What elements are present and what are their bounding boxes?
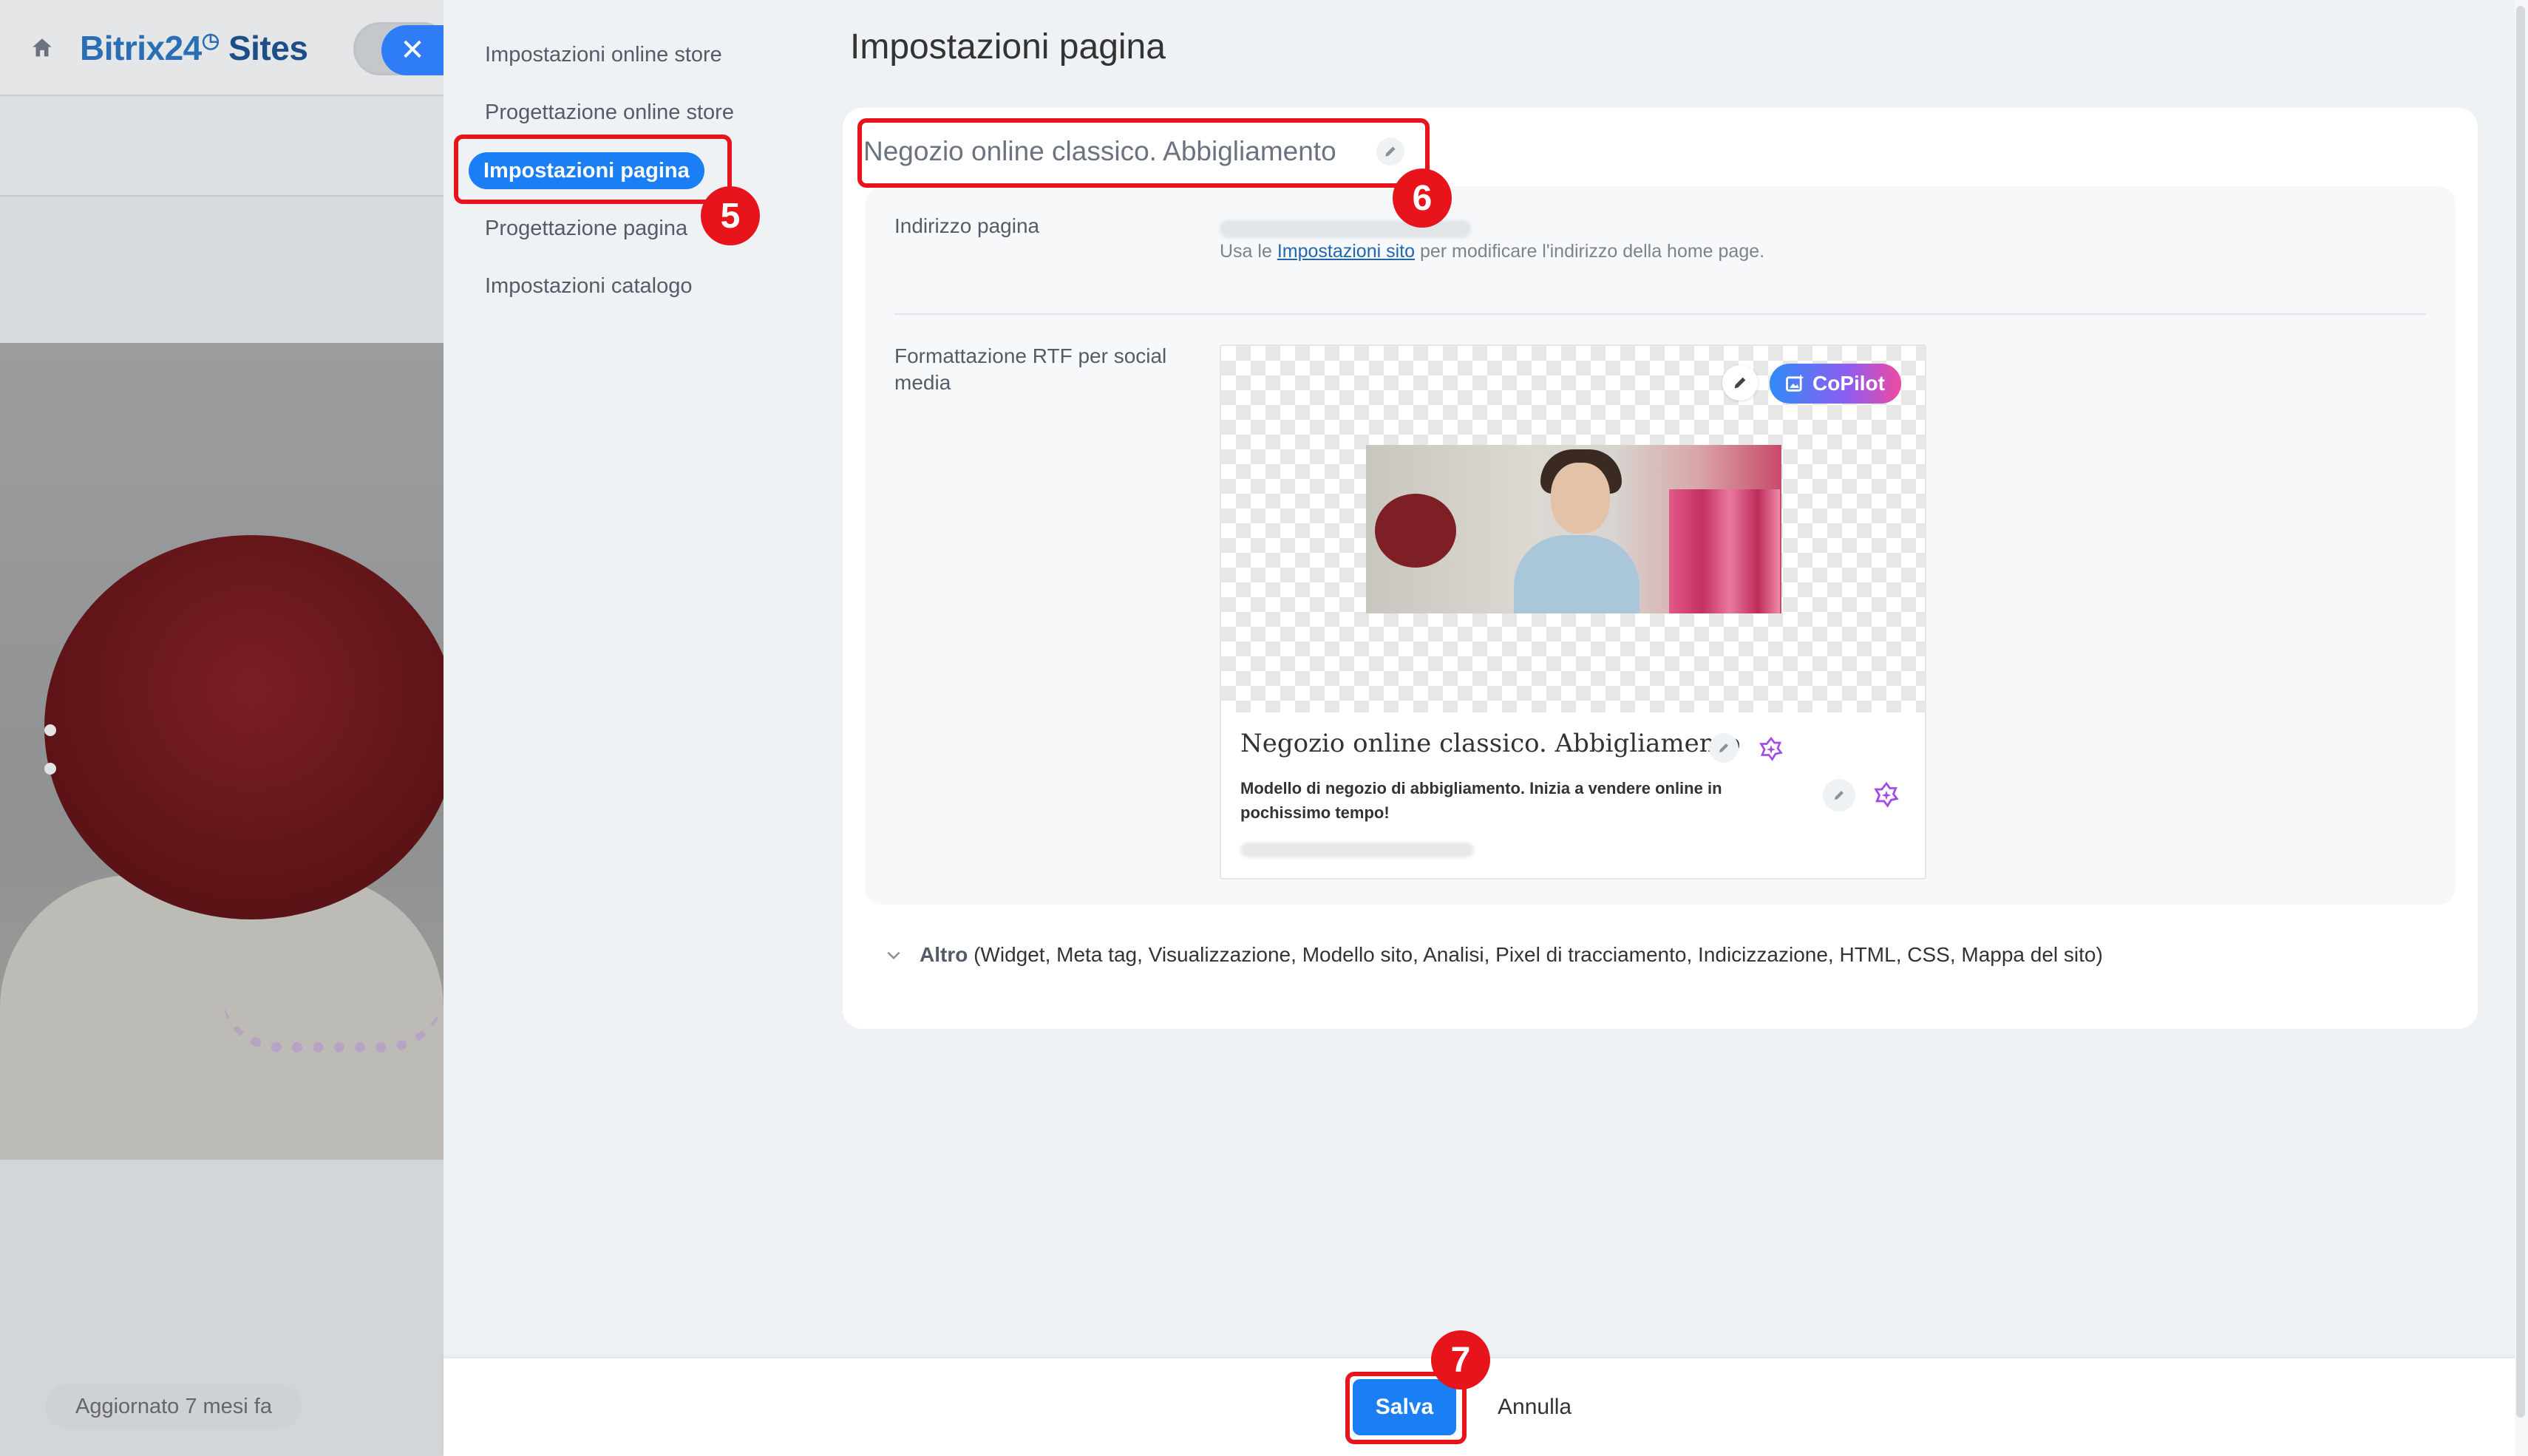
photo-person-face xyxy=(1551,463,1610,534)
copilot-sparkle-icon xyxy=(1874,781,1899,808)
page-title: Impostazioni pagina xyxy=(850,27,1166,67)
hint-text: Usa le xyxy=(1220,241,1277,262)
preview-description-edit-button[interactable] xyxy=(1823,779,1855,812)
photo-clothes-rack xyxy=(1669,489,1780,613)
slider-dot[interactable] xyxy=(44,763,56,775)
highlight-step-6 xyxy=(857,118,1430,188)
nav-item-catalog-settings[interactable]: Impostazioni catalogo xyxy=(482,268,696,305)
copilot-sparkle-icon xyxy=(1759,736,1783,761)
chevron-down-icon xyxy=(887,951,900,960)
background-site-photo xyxy=(0,343,444,1160)
highlight-step-5 xyxy=(454,135,732,204)
nav-item-page-design[interactable]: Progettazione pagina xyxy=(482,210,690,247)
ai-image-icon xyxy=(1786,374,1804,392)
cancel-button[interactable]: Annulla xyxy=(1486,1379,1583,1435)
step-badge-6: 6 xyxy=(1393,169,1452,228)
bitrix-logo[interactable]: Bitrix24◷ Sites xyxy=(80,28,308,68)
preview-title-edit-button[interactable] xyxy=(1709,733,1739,763)
copilot-button[interactable]: CoPilot xyxy=(1770,364,1901,404)
close-slider-button[interactable]: ✕ xyxy=(381,25,444,75)
scrollbar-thumb[interactable] xyxy=(2516,6,2525,1418)
preview-url-blurred xyxy=(1240,843,1474,857)
preview-title-ai-button[interactable] xyxy=(1756,735,1786,764)
background-subbar xyxy=(0,195,444,343)
photo-beret xyxy=(1375,494,1456,568)
background-toolbar xyxy=(0,95,444,195)
more-label: Altro xyxy=(920,943,968,966)
preview-title[interactable]: Negozio online classico. Abbigliamento xyxy=(1240,729,1741,758)
address-label: Indirizzo pagina xyxy=(894,214,1040,237)
pencil-icon xyxy=(1734,377,1746,389)
nav-item-store-design[interactable]: Progettazione online store xyxy=(482,94,737,131)
social-media-label: Formattazione RTF per social media xyxy=(894,344,1167,394)
slider-dots[interactable] xyxy=(44,724,56,801)
preview-description[interactable]: Modello di negozio di abbigliamento. Ini… xyxy=(1240,776,1758,825)
step-badge-7: 7 xyxy=(1431,1330,1490,1389)
photo-beret xyxy=(44,535,444,919)
copilot-label: CoPilot xyxy=(1812,372,1885,395)
hint-text: per modificare l'indirizzo della home pa… xyxy=(1415,241,1765,262)
photo-person-body xyxy=(1514,535,1640,613)
divider xyxy=(894,313,2426,315)
logo-text: Bitrix24 xyxy=(80,29,202,67)
updated-badge: Aggiornato 7 mesi fa xyxy=(46,1384,302,1429)
slider-dot[interactable] xyxy=(44,724,56,736)
preview-photo xyxy=(1366,445,1781,613)
pencil-icon xyxy=(1835,791,1844,800)
address-hint: Usa le Impostazioni sito per modificare … xyxy=(1220,241,1764,262)
background-app: Bitrix24◷ Sites Aggiornato 7 mesi fa xyxy=(0,0,444,1456)
logo-sites-text: Sites xyxy=(228,29,308,67)
clock-icon: ◷ xyxy=(201,29,220,52)
step-badge-5: 5 xyxy=(701,186,760,245)
more-items: (Widget, Meta tag, Visualizzazione, Mode… xyxy=(974,943,2103,966)
close-icon: ✕ xyxy=(400,34,425,67)
preview-image-edit-button[interactable] xyxy=(1722,365,1758,401)
home-icon[interactable] xyxy=(30,35,55,61)
preview-description-ai-button[interactable] xyxy=(1870,779,1903,812)
more-settings-toggle[interactable]: Altro (Widget, Meta tag, Visualizzazione… xyxy=(884,943,2103,967)
site-settings-link[interactable]: Impostazioni sito xyxy=(1277,241,1415,262)
photo-necklace xyxy=(222,993,444,1052)
nav-item-store-settings[interactable]: Impostazioni online store xyxy=(482,36,725,73)
pencil-icon xyxy=(1719,744,1728,752)
